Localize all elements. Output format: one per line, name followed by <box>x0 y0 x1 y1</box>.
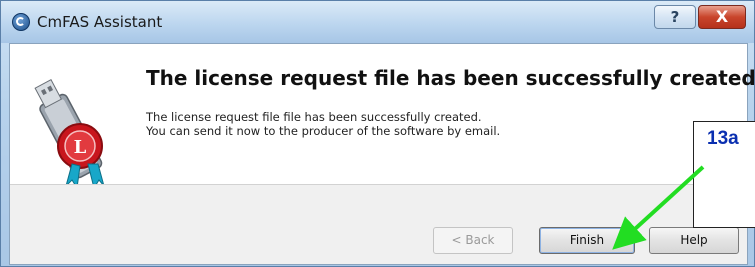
help-button[interactable]: Help <box>649 227 739 254</box>
message-text: The license request file file has been s… <box>146 110 500 138</box>
close-button[interactable]: X <box>698 5 746 29</box>
help-caption-button[interactable]: ? <box>654 5 696 29</box>
message-line-1: The license request file file has been s… <box>146 110 482 124</box>
svg-text:L: L <box>74 137 87 158</box>
message-line-2: You can send it now to the producer of t… <box>146 124 501 138</box>
window-title: CmFAS Assistant <box>37 13 163 31</box>
back-button[interactable]: < Back <box>433 227 513 254</box>
finish-button[interactable]: Finish <box>539 227 635 254</box>
button-bar: < Back Finish Help <box>10 185 747 264</box>
title-bar[interactable]: CmFAS Assistant ? X <box>1 1 754 43</box>
annotation-label: 13a <box>707 128 739 149</box>
page-heading: The license request file has been succes… <box>146 66 755 90</box>
dialog-client-area: L The license request file has been succ… <box>9 43 755 265</box>
dialog-window: CmFAS Assistant ? X L The license reques… <box>0 0 755 267</box>
cmfas-app-icon <box>12 13 30 31</box>
usb-dongle-license-icon: L <box>34 79 105 190</box>
